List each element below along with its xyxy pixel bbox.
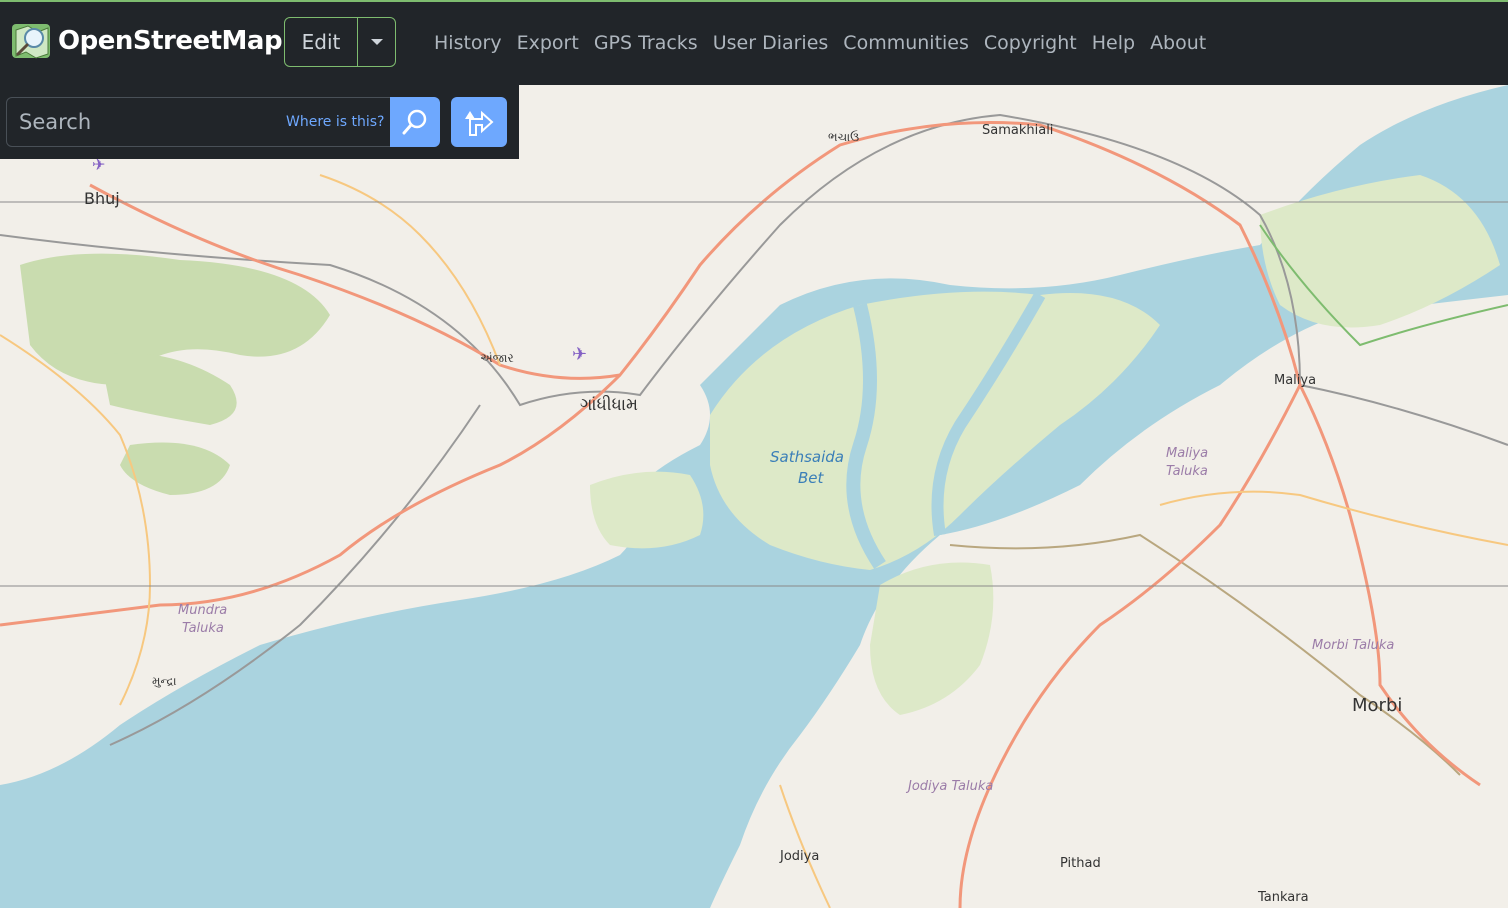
region-label-mundra-taluka-2: Taluka (182, 621, 224, 636)
region-label-jodiya-taluka: Jodiya Taluka (905, 779, 993, 794)
airport-icon: ✈ (572, 344, 587, 365)
place-label-bhachau: ભચાઉ (828, 130, 859, 144)
search-button[interactable] (390, 97, 440, 147)
place-label-jodiya: Jodiya (779, 849, 819, 864)
place-label-mundra: મુન્દ્રા (152, 674, 177, 688)
directions-button[interactable] (451, 97, 507, 147)
where-is-this-link[interactable]: Where is this? (286, 114, 384, 130)
magnifier-icon (402, 109, 427, 135)
island-label-sathsaida-1: Sathsaida (770, 448, 844, 466)
region-label-maliya-taluka-1: Maliya (1166, 446, 1208, 461)
caret-down-icon (370, 39, 383, 45)
region-label-mundra-taluka-1: Mundra (178, 603, 227, 618)
edit-button[interactable]: Edit (285, 18, 358, 66)
place-label-anjar: અંજાર (480, 351, 514, 365)
wetland-area (590, 471, 704, 549)
place-label-maliya: Maliya (1274, 373, 1316, 388)
openstreetmap-logo-icon (12, 24, 50, 59)
edit-dropdown-toggle[interactable] (358, 18, 395, 66)
place-label-tankara: Tankara (1257, 890, 1309, 905)
nav-user-diaries[interactable]: User Diaries (713, 32, 829, 54)
island-label-sathsaida-2: Bet (798, 469, 825, 487)
search-box: Search Where is this? (6, 97, 440, 147)
nav-history[interactable]: History (434, 32, 502, 54)
place-label-gandhidham: ગાંધીધામ (580, 395, 638, 415)
place-label-samakhiali: Samakhiali (982, 123, 1053, 138)
search-panel: Search Where is this? (0, 85, 519, 159)
primary-nav: History Export GPS Tracks User Diaries C… (434, 32, 1206, 54)
brand-title: OpenStreetMap (58, 26, 283, 56)
region-label-morbi-taluka: Morbi Taluka (1312, 638, 1394, 653)
brand[interactable]: OpenStreetMap (10, 20, 283, 62)
nav-gps-tracks[interactable]: GPS Tracks (594, 32, 698, 54)
top-navbar: OpenStreetMap Edit History Export GPS Tr… (0, 0, 1508, 85)
nav-export[interactable]: Export (517, 32, 579, 54)
nav-help[interactable]: Help (1092, 32, 1135, 54)
place-label-morbi: Morbi (1352, 695, 1402, 716)
directions-icon (465, 110, 494, 136)
nav-about[interactable]: About (1150, 32, 1206, 54)
place-label-bhuj: Bhuj (84, 189, 120, 208)
place-label-pithad: Pithad (1060, 856, 1101, 871)
nav-copyright[interactable]: Copyright (984, 32, 1077, 54)
map-canvas[interactable]: ✈ ✈ Bhuj અંજાર ગાંધીધામ ભચાઉ Samakhiali … (0, 85, 1508, 908)
nav-communities[interactable]: Communities (843, 32, 969, 54)
edit-button-group: Edit (284, 17, 396, 67)
region-label-maliya-taluka-2: Taluka (1166, 464, 1208, 479)
search-input[interactable]: Search (19, 110, 91, 134)
